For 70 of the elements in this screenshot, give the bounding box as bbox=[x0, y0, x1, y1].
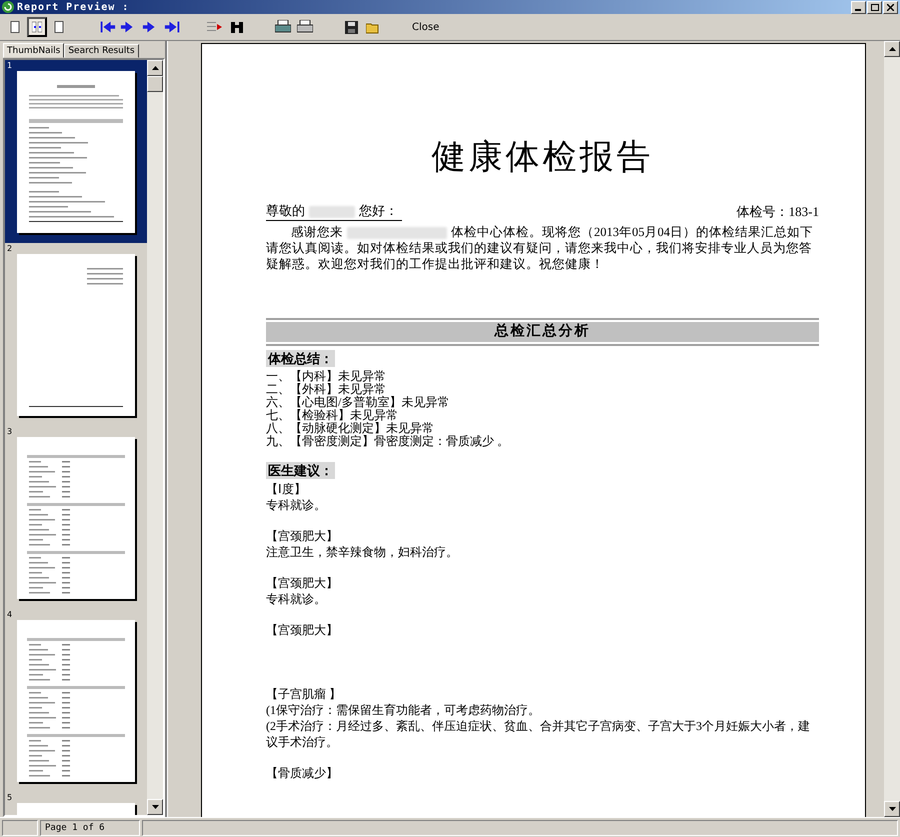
scroll-up-button[interactable] bbox=[884, 41, 900, 57]
up-triangle-icon bbox=[888, 47, 896, 51]
printer-icon bbox=[297, 20, 313, 34]
down-triangle-icon bbox=[888, 807, 896, 811]
summary-item: 二、【外科】未见异常 bbox=[266, 383, 386, 396]
page-thumbnail[interactable] bbox=[17, 620, 135, 782]
scroll-down-button[interactable] bbox=[147, 799, 163, 815]
summary-heading: 体检总结： bbox=[266, 350, 335, 367]
greeting: 尊敬的 您好： bbox=[266, 202, 402, 221]
advice-text: 注意卫生，禁辛辣食物，妇科治疗。 bbox=[266, 544, 459, 560]
summary-item: 九、【骨密度测定】骨密度测定：骨质减少 。 bbox=[266, 435, 510, 448]
advice-title: 【骨质减少】 bbox=[266, 765, 339, 781]
tab[interactable]: Search Results bbox=[64, 44, 139, 58]
scroll-down-button[interactable] bbox=[884, 801, 900, 817]
page-thumbnail[interactable] bbox=[17, 437, 135, 599]
thumbnail-item[interactable]: 4 bbox=[5, 609, 147, 792]
thumbnail-item[interactable]: 3 bbox=[5, 426, 147, 609]
close-icon bbox=[887, 4, 894, 10]
thumbnail-item[interactable]: 1 bbox=[5, 60, 147, 243]
close-button[interactable] bbox=[883, 0, 898, 14]
advice-text: (1保守治疗：需保留生育功能者，可考虑药物治疗。 bbox=[266, 702, 541, 718]
printer-icon bbox=[275, 20, 291, 34]
page-arrow-icon bbox=[207, 20, 223, 34]
exam-number: 体检号：183-1 bbox=[736, 203, 819, 221]
page-number: 3 bbox=[7, 427, 14, 437]
summary-item: 七、【检验科】未见异常 bbox=[266, 409, 399, 422]
down-triangle-icon bbox=[152, 805, 158, 809]
report-title: 健康体检报告 bbox=[430, 138, 654, 178]
summary-item: 八、【动脉硬化测定】未见异常 bbox=[266, 422, 435, 435]
summary-item: 一、【内科】未见异常 bbox=[266, 370, 387, 383]
window-title: Report Preview : bbox=[17, 2, 130, 12]
close-button[interactable]: Close bbox=[406, 20, 446, 34]
tab[interactable]: ThumbNails bbox=[3, 43, 64, 58]
advice-text: 专科就诊。 bbox=[266, 497, 327, 513]
advice-heading: 医生建议： bbox=[266, 462, 335, 479]
maximize-button[interactable] bbox=[867, 0, 882, 14]
advice-text: 专科就诊。 bbox=[266, 591, 327, 607]
scrollbar[interactable] bbox=[147, 60, 163, 815]
advice-title: 【Ⅰ度】 bbox=[266, 481, 307, 497]
page-status: Page 1 of 6 bbox=[40, 820, 140, 836]
page-number: 4 bbox=[7, 610, 14, 620]
folder-icon bbox=[366, 20, 380, 34]
thumbnail-item[interactable]: 2 bbox=[5, 243, 147, 426]
minimize-button[interactable] bbox=[851, 0, 866, 14]
up-triangle-icon bbox=[152, 66, 158, 70]
page-number: 2 bbox=[7, 244, 14, 254]
advice-text: (2手术治疗：月经过多、紊乱、伴压迫症状、贫血、合并其它子宫病变、子宫大于3个月妊娠大小者，建议手术治疗。 bbox=[266, 718, 811, 750]
status-panel bbox=[2, 820, 38, 836]
page-icon bbox=[54, 21, 64, 33]
page-icon bbox=[10, 21, 20, 33]
page-thumbnail[interactable] bbox=[17, 803, 135, 815]
app-logo-icon bbox=[2, 1, 14, 13]
page-number: 5 bbox=[7, 793, 14, 803]
page-thumbnail[interactable] bbox=[17, 71, 135, 233]
two-pages-icon bbox=[32, 21, 42, 33]
advice-title: 【宫颈肥大】 bbox=[266, 575, 339, 591]
thumbnail-item[interactable]: 5 bbox=[5, 792, 147, 815]
scroll-up-button[interactable] bbox=[147, 60, 163, 76]
summary-item: 六、【心电图/多普勒室】未见异常 bbox=[266, 396, 450, 409]
advice-title: 【宫颈肥大】 bbox=[266, 528, 339, 544]
advice-title: 【子宫肌瘤 】 bbox=[266, 686, 342, 702]
two-page-button[interactable] bbox=[27, 17, 47, 37]
scroll-thumb[interactable] bbox=[147, 76, 163, 92]
page-thumbnail[interactable] bbox=[17, 254, 135, 416]
intro-paragraph: 感谢您来 体检中心体检。现将您（2013年05月04日）的体检结果汇总如下请您认真阅读。如对体检结果或我们的建议有疑问，请您来我中心，我们将安排专业人员为您答疑解惑。欢迎您对我们的工作提出批评和建议。祝您健康！ bbox=[266, 224, 814, 272]
section-banner: 总检汇总分析 bbox=[266, 318, 819, 346]
maximize-icon bbox=[870, 4, 878, 10]
page-number: 1 bbox=[7, 61, 14, 71]
advice-title: 【宫颈肥大】 bbox=[266, 622, 339, 638]
scrollbar[interactable] bbox=[884, 41, 900, 817]
